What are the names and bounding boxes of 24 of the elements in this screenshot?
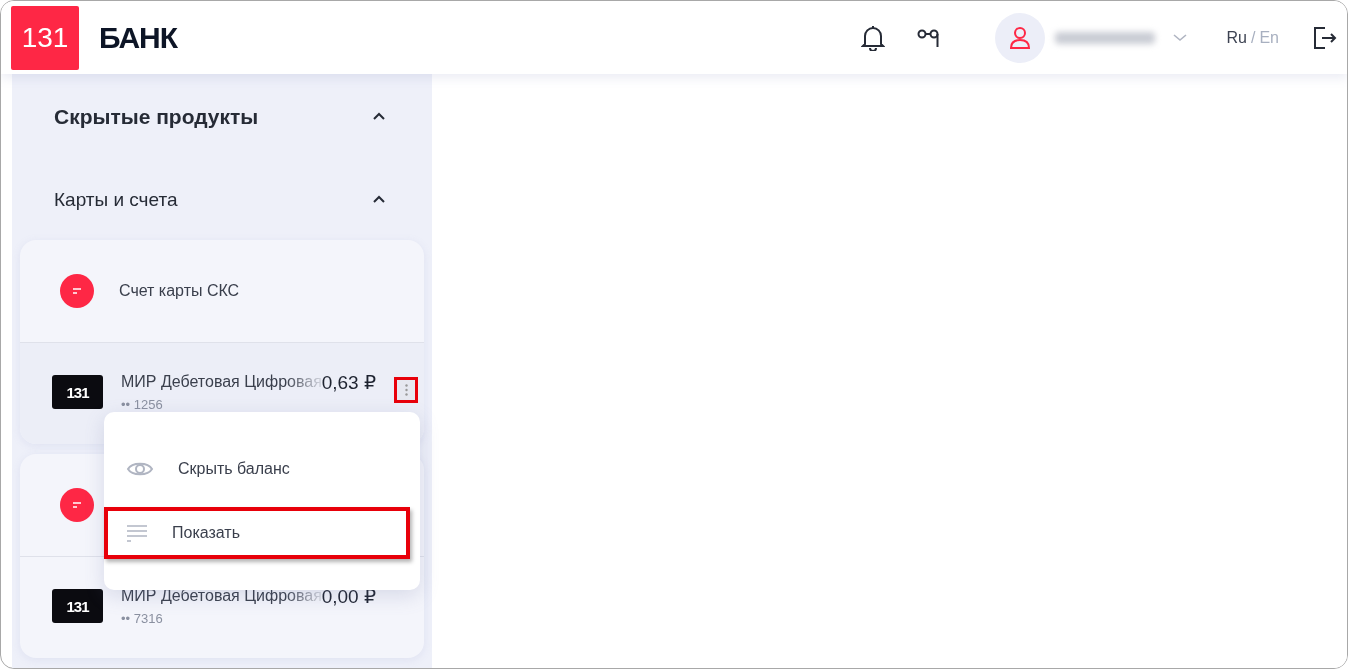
- language-separator: /: [1250, 28, 1256, 47]
- chevron-up-icon[interactable]: [372, 112, 386, 122]
- logo-mark[interactable]: 131: [11, 5, 79, 70]
- card-number: •• 1256: [121, 397, 164, 412]
- list-icon: [126, 524, 148, 542]
- card-balance: 0,63 ₽: [321, 371, 376, 394]
- menu-item[interactable]: Показать: [104, 507, 410, 559]
- glasses-icon[interactable]: [916, 27, 941, 48]
- account-icon: [60, 274, 94, 308]
- more-button[interactable]: [394, 377, 418, 403]
- account-name[interactable]: Счет карты СКС: [119, 282, 240, 300]
- card-number: •• 7316: [121, 611, 164, 626]
- card-logo: 131: [66, 383, 89, 401]
- bell-icon[interactable]: [860, 24, 885, 51]
- language-option[interactable]: Ru: [1226, 28, 1247, 47]
- account-icon: [60, 488, 94, 522]
- section-title[interactable]: Карты и счета: [54, 188, 178, 211]
- eye-icon: [126, 460, 154, 478]
- logo-text: БАНК: [99, 20, 178, 55]
- section-title[interactable]: Скрытые продукты: [54, 104, 259, 129]
- card-logo: 131: [66, 597, 89, 615]
- chevron-up-icon[interactable]: [372, 195, 386, 205]
- logout-icon[interactable]: [1313, 26, 1337, 49]
- dots-icon: [404, 384, 408, 396]
